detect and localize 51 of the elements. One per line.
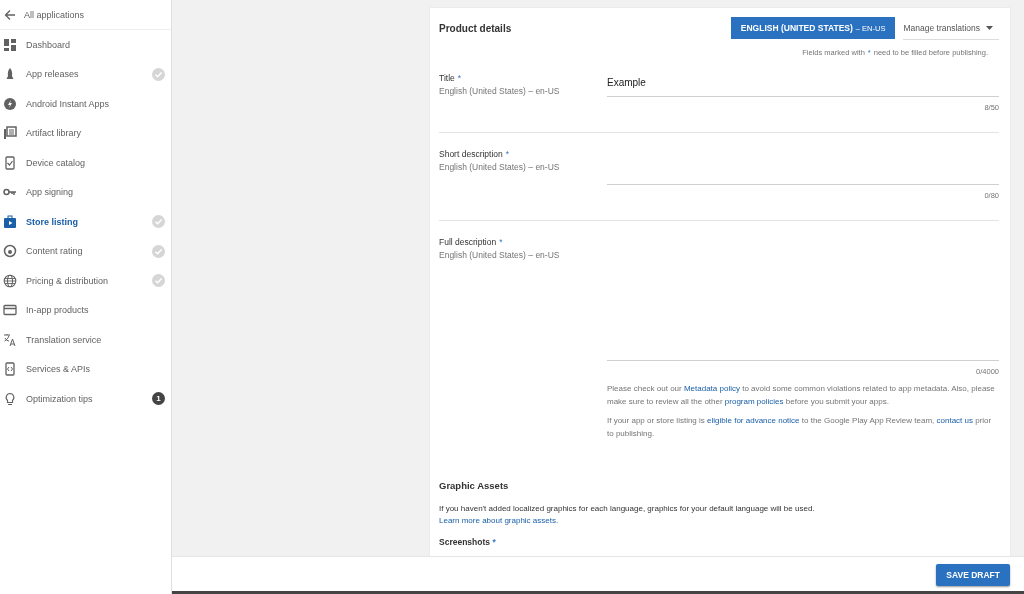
section-title: Product details xyxy=(439,22,513,34)
field-label: Screenshots xyxy=(439,537,491,547)
section-title: Graphic Assets xyxy=(439,480,510,491)
dashboard-icon xyxy=(3,37,17,52)
phone-check-icon xyxy=(3,155,17,170)
sidebar-item[interactable]: Dashboard xyxy=(0,30,171,60)
text-field[interactable]: Example xyxy=(607,69,999,97)
language-label: English (United States) – en-US xyxy=(439,86,561,96)
sidebar-item[interactable]: Store listing xyxy=(0,207,171,237)
sidebar-item[interactable]: Device catalog xyxy=(0,148,171,178)
caret-icon xyxy=(986,25,993,30)
library-icon xyxy=(3,126,17,141)
sidebar-item[interactable]: Services & APIs xyxy=(0,354,171,384)
translate-icon xyxy=(3,332,17,347)
back-link[interactable]: All applications xyxy=(24,9,85,20)
required-mark: * xyxy=(499,237,503,247)
sidebar-item[interactable]: Translation service xyxy=(0,325,171,355)
credit-card-icon xyxy=(3,303,17,318)
required-mark: * xyxy=(505,149,510,159)
policy-link[interactable]: program policies xyxy=(724,397,784,406)
policy-note: Please check out our Metadata policy to avoid some common violations related to app metadata. Also, please make sure to review all the other program policies before you submit your apps. xyxy=(607,383,996,408)
phone-code-icon xyxy=(3,362,17,377)
field-label: Short description xyxy=(439,149,503,159)
sidebar-item[interactable]: App signing xyxy=(0,177,171,207)
sidebar-item[interactable]: Artifact library xyxy=(0,118,171,148)
field-label: Title xyxy=(439,73,455,83)
lightbulb-icon xyxy=(3,391,17,406)
globe-icon xyxy=(3,273,17,288)
language-label: English (United States) – en-US xyxy=(439,162,561,172)
required-mark: * xyxy=(491,537,496,547)
language-label: English (United States) – en-US xyxy=(439,250,561,260)
sidebar-item[interactable]: Android Instant Apps xyxy=(0,89,171,119)
count-badge: 1 xyxy=(152,392,165,406)
briefcase-play-icon xyxy=(3,214,17,229)
back-arrow-icon[interactable] xyxy=(4,8,16,21)
save-draft-button[interactable]: SAVE DRAFT xyxy=(936,564,1010,586)
sidebar-item[interactable]: Optimization tips 1 xyxy=(0,384,171,414)
graphics-info-text: If you haven't added localized graphics for each language, graphics for your default language will be used. xyxy=(439,503,816,515)
sidebar-item[interactable]: In-app products xyxy=(0,295,171,325)
bolt-icon xyxy=(3,96,17,111)
policy-link[interactable]: eligible for advance notice xyxy=(707,416,800,425)
learn-more-link[interactable]: Learn more about graphic assets. xyxy=(439,516,559,525)
policy-link[interactable]: contact us xyxy=(936,416,973,425)
policy-note: If your app or store listing is eligible for advance notice to the Google Play App Review team, contact us prior to publishing. xyxy=(607,415,993,440)
sidebar-item[interactable]: Content rating xyxy=(0,236,171,266)
field-label: Full description xyxy=(439,237,497,247)
sidebar-item[interactable]: Pricing & distribution xyxy=(0,266,171,296)
policy-link[interactable]: Metadata policy xyxy=(683,384,740,393)
sidebar-item[interactable]: App releases xyxy=(0,59,171,89)
manage-translations-dropdown[interactable]: Manage translations xyxy=(903,16,999,40)
required-mark: * xyxy=(457,73,462,83)
